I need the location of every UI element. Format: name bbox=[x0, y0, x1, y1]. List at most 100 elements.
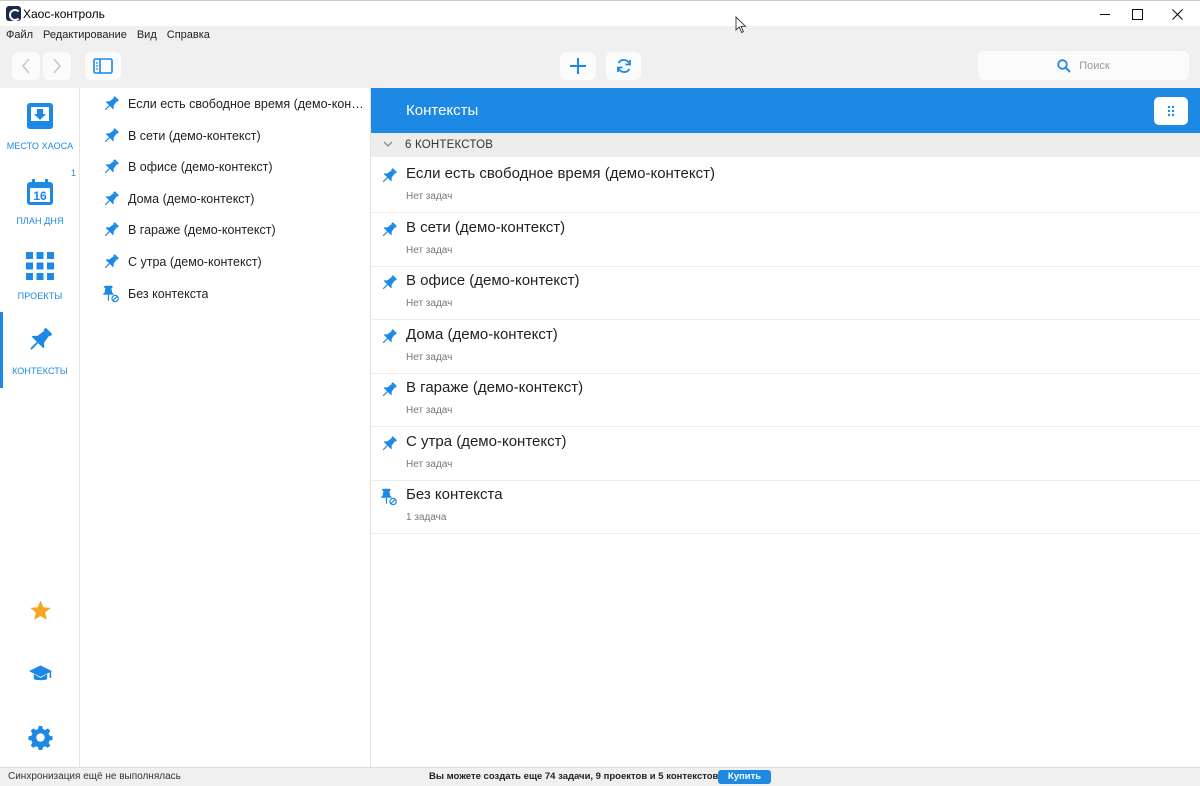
context-task-count: Нет задач bbox=[406, 405, 453, 416]
pushpin-icon bbox=[380, 435, 398, 453]
pushpin-icon bbox=[102, 221, 120, 239]
inbox-download-icon bbox=[27, 103, 53, 129]
sidebar-icon bbox=[93, 58, 113, 74]
back-button[interactable] bbox=[12, 52, 40, 80]
context-task-count: Нет задач bbox=[406, 352, 453, 363]
nav-label-day-plan: ПЛАН ДНЯ bbox=[16, 216, 64, 226]
sync-icon bbox=[616, 59, 631, 73]
pushpin-icon bbox=[102, 95, 120, 113]
dots-grid-icon bbox=[1167, 105, 1175, 117]
context-title: В офисе (демо-контекст) bbox=[406, 272, 580, 289]
main-header: Контексты bbox=[371, 88, 1200, 133]
graduation-cap-icon[interactable] bbox=[28, 663, 53, 685]
context-row[interactable]: В офисе (демо-контекст) Нет задач bbox=[371, 266, 1200, 320]
limit-notice: Вы можете создать еще 74 задачи, 9 проек… bbox=[429, 771, 719, 782]
list-item-label: В офисе (демо-контекст) bbox=[128, 160, 273, 174]
left-nav: МЕСТО ХАОСА 1 16 ПЛАН ДНЯ ПРОЕКТЫ КОНТЕК… bbox=[0, 88, 80, 767]
search-input[interactable]: Поиск bbox=[978, 51, 1189, 80]
mouse-cursor-icon bbox=[735, 16, 747, 34]
sync-button[interactable] bbox=[606, 52, 641, 80]
toggle-sidebar-button[interactable] bbox=[85, 52, 121, 80]
close-icon bbox=[1171, 8, 1183, 20]
menu-bar: Файл Редактирование Вид Справка bbox=[0, 26, 1200, 44]
context-row[interactable]: Дома (демо-контекст) Нет задач bbox=[371, 320, 1200, 374]
chevron-right-icon bbox=[53, 58, 62, 74]
context-title: Без контекста bbox=[406, 486, 503, 503]
gear-icon[interactable] bbox=[28, 725, 53, 750]
chevron-down-icon bbox=[383, 141, 393, 147]
toolbar: Поиск bbox=[0, 44, 1200, 88]
nav-label-chaos-box: МЕСТО ХАОСА bbox=[6, 141, 74, 151]
plus-icon bbox=[570, 58, 586, 74]
view-options-button[interactable] bbox=[1154, 97, 1188, 125]
pushpin-icon bbox=[102, 127, 120, 145]
nav-item-contexts[interactable]: КОНТЕКСТЫ bbox=[0, 314, 80, 386]
list-item[interactable]: Если есть свободное время (демо-контек..… bbox=[102, 94, 368, 114]
app-logo-icon bbox=[6, 6, 21, 21]
group-header[interactable]: 6 КОНТЕКСТОВ bbox=[371, 133, 1200, 157]
context-row[interactable]: В сети (демо-контекст) Нет задач bbox=[371, 213, 1200, 267]
calendar-day-number: 16 bbox=[33, 189, 47, 203]
window-title: Хаос-контроль bbox=[23, 7, 105, 21]
status-bar: Синхронизация ещё не выполнялась Вы може… bbox=[0, 767, 1200, 786]
list-item[interactable]: В сети (демо-контекст) bbox=[102, 126, 368, 146]
list-item-label: С утра (демо-контекст) bbox=[128, 255, 262, 269]
nav-item-projects[interactable]: ПРОЕКТЫ bbox=[0, 238, 80, 310]
context-title: В сети (демо-контекст) bbox=[406, 219, 566, 236]
context-title: Дома (демо-контекст) bbox=[406, 326, 558, 343]
buy-button[interactable]: Купить bbox=[718, 770, 771, 784]
pushpin-icon bbox=[380, 328, 398, 346]
nav-label-projects: ПРОЕКТЫ bbox=[17, 291, 63, 301]
no-context-icon bbox=[380, 488, 398, 506]
context-task-count: Нет задач bbox=[406, 191, 453, 202]
search-icon bbox=[1057, 58, 1071, 73]
context-task-count: Нет задач bbox=[406, 245, 453, 256]
close-button[interactable] bbox=[1154, 1, 1200, 27]
list-item[interactable]: В офисе (демо-контекст) bbox=[102, 157, 368, 177]
context-task-count: 1 задача bbox=[406, 512, 447, 523]
list-item-label: Если есть свободное время (демо-контек..… bbox=[128, 97, 368, 111]
chevron-left-icon bbox=[21, 58, 30, 74]
list-item-label: Дома (демо-контекст) bbox=[128, 192, 255, 206]
context-task-count: Нет задач bbox=[406, 298, 453, 309]
context-row[interactable]: Если есть свободное время (демо-контекст… bbox=[371, 159, 1200, 213]
pushpin-icon bbox=[380, 274, 398, 292]
calendar-icon: 16 bbox=[27, 179, 53, 205]
pushpin-icon bbox=[380, 381, 398, 399]
search-placeholder: Поиск bbox=[1079, 59, 1110, 72]
pushpin-icon bbox=[102, 253, 120, 271]
page-title: Контексты bbox=[406, 102, 479, 119]
pushpin-icon bbox=[26, 326, 54, 354]
menu-file[interactable]: Файл bbox=[6, 26, 33, 44]
menu-edit[interactable]: Редактирование bbox=[43, 26, 127, 44]
contexts-sidebar-list: Если есть свободное время (демо-контек..… bbox=[80, 88, 371, 767]
title-bar: Хаос-контроль bbox=[0, 0, 1200, 26]
context-title: В гараже (демо-контекст) bbox=[406, 379, 584, 396]
context-title: Если есть свободное время (демо-контекст… bbox=[406, 165, 715, 182]
menu-view[interactable]: Вид bbox=[137, 26, 157, 44]
menu-help[interactable]: Справка bbox=[167, 26, 210, 44]
list-item[interactable]: Без контекста bbox=[102, 284, 368, 304]
nav-item-chaos-box[interactable]: МЕСТО ХАОСА bbox=[0, 88, 80, 160]
list-item[interactable]: Дома (демо-контекст) bbox=[102, 189, 368, 209]
context-row[interactable]: Без контекста 1 задача bbox=[371, 480, 1200, 534]
pushpin-icon bbox=[380, 221, 398, 239]
sync-status: Синхронизация ещё не выполнялась bbox=[8, 771, 181, 782]
context-task-count: Нет задач bbox=[406, 459, 453, 470]
pushpin-icon bbox=[380, 167, 398, 185]
forward-button[interactable] bbox=[43, 52, 71, 80]
pushpin-icon bbox=[102, 158, 120, 176]
nav-item-day-plan[interactable]: 16 ПЛАН ДНЯ bbox=[0, 164, 80, 236]
context-row[interactable]: С утра (демо-контекст) Нет задач bbox=[371, 427, 1200, 481]
context-row[interactable]: В гараже (демо-контекст) Нет задач bbox=[371, 373, 1200, 427]
no-context-icon bbox=[102, 285, 120, 303]
list-item-label: Без контекста bbox=[128, 287, 209, 301]
pushpin-icon bbox=[102, 190, 120, 208]
star-icon[interactable] bbox=[29, 599, 52, 622]
main-panel: Контексты 6 КОНТЕКСТОВ Если есть свободн… bbox=[371, 88, 1200, 767]
nav-label-contexts: КОНТЕКСТЫ bbox=[12, 366, 68, 376]
list-item[interactable]: В гараже (демо-контекст) bbox=[102, 220, 368, 240]
list-item[interactable]: С утра (демо-контекст) bbox=[102, 252, 368, 272]
add-button[interactable] bbox=[560, 52, 596, 80]
context-title: С утра (демо-контекст) bbox=[406, 433, 567, 450]
